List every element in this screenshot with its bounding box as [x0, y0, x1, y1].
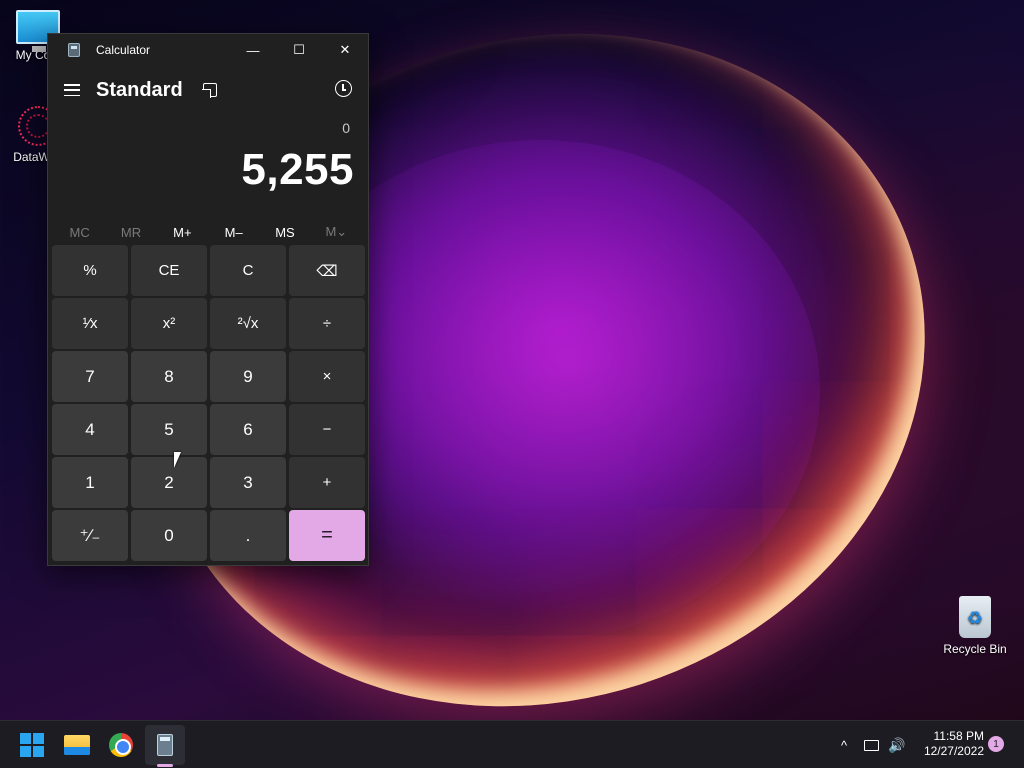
memory-button-4[interactable]: MS [259, 225, 310, 240]
clock-date: 12/27/2022 [923, 744, 984, 758]
history-icon[interactable] [335, 80, 352, 97]
network-icon[interactable] [864, 721, 882, 768]
subtract-button[interactable]: − [289, 404, 365, 455]
recycle-bin-icon: ♻ [959, 596, 991, 638]
desktop-icon-label: Recycle Bin [943, 642, 1007, 656]
calculator-header: Standard [48, 66, 368, 114]
calculator-window: Calculator — ☐ ✕ Standard 0 5,255 MC MR M+… [47, 33, 369, 566]
calculator-app-icon [68, 43, 80, 57]
clear-button[interactable]: C [210, 245, 286, 296]
taskbar: ^ 🔊 11:58 PM 12/27/2022 [0, 720, 1024, 768]
mode-title: Standard [96, 78, 183, 101]
menu-icon[interactable] [64, 84, 80, 96]
divide-button[interactable]: ÷ [289, 298, 365, 349]
desktop-icon-recycle-bin[interactable]: ♻ Recycle Bin [937, 596, 1013, 656]
maximize-button[interactable]: ☐ [276, 34, 322, 66]
mouse-cursor [174, 452, 181, 468]
percent-button[interactable]: % [52, 245, 128, 296]
calculator-taskbar-icon[interactable] [145, 725, 185, 765]
memory-button-2[interactable]: M+ [157, 225, 208, 240]
digit-8-button[interactable]: 8 [131, 351, 207, 402]
memory-button-0[interactable]: MC [54, 225, 105, 240]
notification-badge[interactable]: 1 [988, 736, 1004, 752]
negate-button[interactable]: ⁺∕₋ [52, 510, 128, 561]
keep-on-top-icon[interactable] [201, 83, 217, 98]
close-button[interactable]: ✕ [322, 34, 368, 66]
file-explorer-icon[interactable] [61, 729, 93, 761]
volume-icon[interactable]: 🔊 [888, 721, 908, 768]
digit-5-button[interactable]: 5 [131, 404, 207, 455]
window-controls: — ☐ ✕ [230, 34, 368, 66]
chevron-up-icon[interactable]: ^ [836, 721, 852, 768]
square-button[interactable]: x² [131, 298, 207, 349]
square-root-button[interactable]: ²√x [210, 298, 286, 349]
digit-3-button[interactable]: 3 [210, 457, 286, 508]
chrome-icon[interactable] [105, 729, 137, 761]
result-display: 5,255 [241, 145, 354, 194]
decimal-button[interactable]: . [210, 510, 286, 561]
digit-0-button[interactable]: 0 [131, 510, 207, 561]
start-icon[interactable] [16, 729, 48, 761]
digit-9-button[interactable]: 9 [210, 351, 286, 402]
keypad: % CE C ⌫ ¹⁄x x² ²√x ÷ 7 8 9 × 4 5 6− 1 2 3 + ⁺∕₋ 0. = [52, 245, 365, 561]
reciprocal-button[interactable]: ¹⁄x [52, 298, 128, 349]
digit-2-button[interactable]: 2 [131, 457, 207, 508]
digit-4-button[interactable]: 4 [52, 404, 128, 455]
clock[interactable]: 11:58 PM 12/27/2022 [916, 729, 984, 759]
memory-button-5[interactable]: M⌄ [311, 224, 362, 240]
active-app-indicator [157, 764, 173, 767]
memory-button-1[interactable]: MR [105, 225, 156, 240]
clock-time: 11:58 PM [933, 729, 984, 743]
backspace-button[interactable]: ⌫ [289, 245, 365, 296]
window-title: Calculator [96, 43, 151, 57]
memory-button-3[interactable]: M– [208, 225, 259, 240]
title-bar[interactable]: Calculator — ☐ ✕ [48, 34, 368, 66]
multiply-button[interactable]: × [289, 351, 365, 402]
expression-display: 0 [342, 120, 350, 136]
digit-7-button[interactable]: 7 [52, 351, 128, 402]
digit-6-button[interactable]: 6 [210, 404, 286, 455]
equals-button[interactable]: = [289, 510, 365, 561]
add-button[interactable]: + [289, 457, 365, 508]
clear-entry-button[interactable]: CE [131, 245, 207, 296]
minimize-button[interactable]: — [230, 34, 276, 66]
digit-1-button[interactable]: 1 [52, 457, 128, 508]
